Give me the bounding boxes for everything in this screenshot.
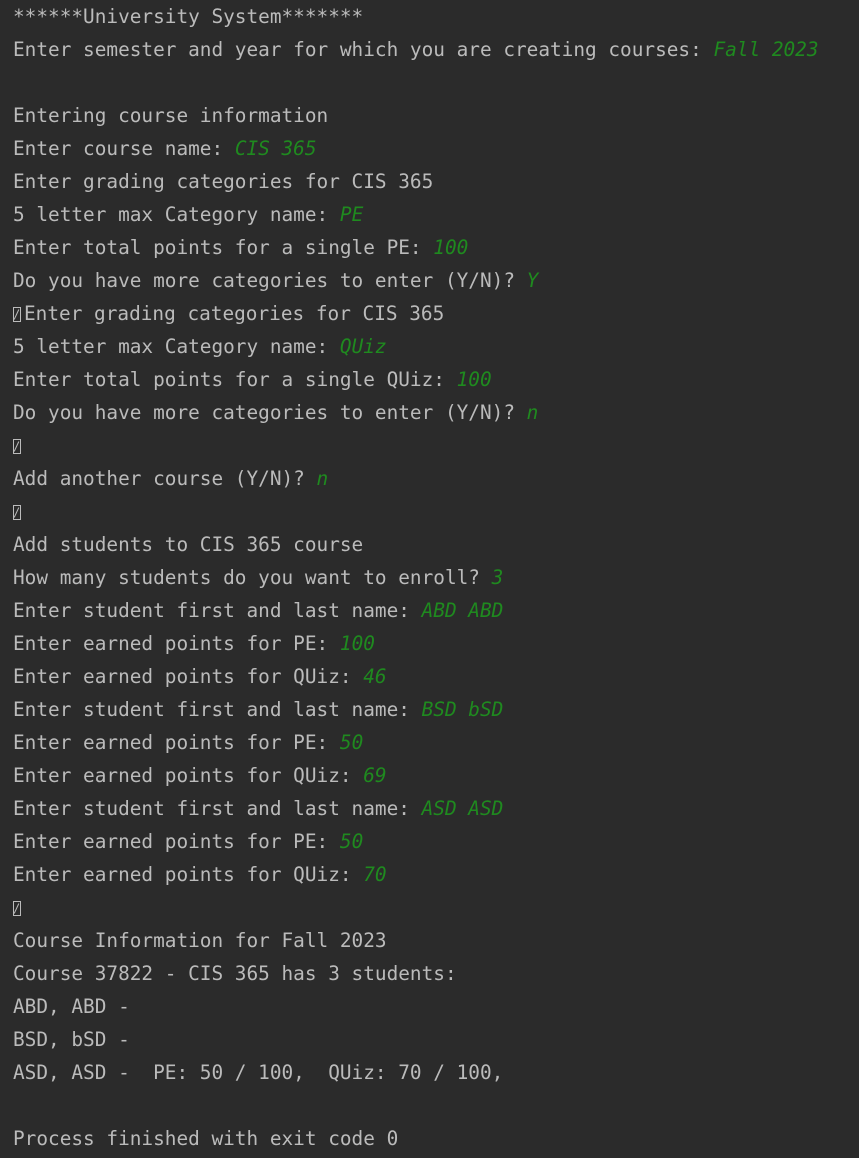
console-line: [13, 495, 859, 528]
console-prompt-text: Course 37822 - CIS 365 has 3 students:: [13, 962, 457, 985]
console-line: How many students do you want to enroll?…: [13, 561, 859, 594]
console-prompt-text: BSD, bSD -: [13, 1028, 142, 1051]
unprintable-char-icon: [13, 505, 21, 520]
console-line: Entering course information: [13, 99, 859, 132]
unprintable-char-icon: [13, 307, 21, 322]
console-line: [13, 891, 859, 924]
console-prompt-text: Process finished with exit code 0: [13, 1127, 399, 1150]
console-prompt-text: Enter student first and last name:: [13, 698, 422, 721]
console-user-input: 50: [339, 731, 364, 754]
console-user-input: 46: [363, 665, 387, 688]
console-prompt-text: Enter earned points for QUiz:: [13, 764, 364, 787]
console-line: [13, 429, 859, 462]
console-prompt-text: ******University System*******: [13, 5, 364, 28]
unprintable-char-icon: [13, 901, 21, 916]
console-user-input: 100: [339, 632, 375, 655]
console-prompt-text: Enter earned points for PE:: [13, 830, 340, 853]
console-prompt-text: ASD, ASD - PE: 50 / 100, QUiz: 70 / 100,: [13, 1061, 504, 1084]
console-prompt-text: Enter grading categories for CIS 365: [13, 170, 434, 193]
console-line: Course 37822 - CIS 365 has 3 students:: [13, 957, 859, 990]
console-line: Enter semester and year for which you ar…: [13, 33, 859, 66]
console-prompt-text: Add another course (Y/N)?: [13, 467, 317, 490]
console-prompt-text: Enter earned points for PE:: [13, 632, 340, 655]
console-line: Do you have more categories to enter (Y/…: [13, 264, 859, 297]
console-user-input: 70: [363, 863, 387, 886]
console-prompt-text: Enter earned points for QUiz:: [13, 863, 364, 886]
console-line: Enter student first and last name: BSD b…: [13, 693, 859, 726]
console-user-input: QUiz: [339, 335, 387, 358]
console-prompt-text: Enter earned points for PE:: [13, 731, 340, 754]
console-user-input: Y: [526, 269, 539, 292]
console-prompt-text: Do you have more categories to enter (Y/…: [13, 401, 527, 424]
console-line: BSD, bSD -: [13, 1023, 859, 1056]
console-prompt-text: Course Information for Fall 2023: [13, 929, 387, 952]
console-prompt-text: Enter total points for a single QUiz:: [13, 368, 457, 391]
console-user-input: 100: [433, 236, 469, 259]
console-line: Enter student first and last name: ASD A…: [13, 792, 859, 825]
console-line: Enter grading categories for CIS 365: [13, 297, 859, 330]
console-prompt-text: ABD, ABD -: [13, 995, 142, 1018]
console-user-input: CIS 365: [234, 137, 317, 160]
console-line: ASD, ASD - PE: 50 / 100, QUiz: 70 / 100,: [13, 1056, 859, 1089]
console-prompt-text: 5 letter max Category name:: [13, 203, 340, 226]
console-line: Process finished with exit code 0: [13, 1122, 859, 1155]
console-line: Enter earned points for PE: 50: [13, 825, 859, 858]
console-line: 5 letter max Category name: PE: [13, 198, 859, 231]
console-line: Enter student first and last name: ABD A…: [13, 594, 859, 627]
console-prompt-text: Enter total points for a single PE:: [13, 236, 434, 259]
console-line: ******University System*******: [13, 0, 859, 33]
console-user-input: 3: [491, 566, 504, 589]
console-line: Enter grading categories for CIS 365: [13, 165, 859, 198]
console-prompt-text: Enter course name:: [13, 137, 235, 160]
console-user-input: Fall 2023: [713, 38, 819, 61]
console-prompt-text: 5 letter max Category name:: [13, 335, 340, 358]
console-user-input: ASD ASD: [421, 797, 504, 820]
console-user-input: BSD bSD: [421, 698, 504, 721]
console-line: Enter total points for a single QUiz: 10…: [13, 363, 859, 396]
console-line: Enter earned points for QUiz: 46: [13, 660, 859, 693]
console-line: Enter earned points for PE: 100: [13, 627, 859, 660]
console-prompt-text: Do you have more categories to enter (Y/…: [13, 269, 527, 292]
console-prompt-text: Enter student first and last name:: [13, 599, 422, 622]
console-line: Enter total points for a single PE: 100: [13, 231, 859, 264]
console-line: Add students to CIS 365 course: [13, 528, 859, 561]
console-line: Enter earned points for QUiz: 69: [13, 759, 859, 792]
console-output[interactable]: ******University System******* Enter seme…: [0, 0, 859, 1155]
console-line: Enter earned points for QUiz: 70: [13, 858, 859, 891]
console-user-input: n: [316, 467, 329, 490]
console-user-input: 50: [339, 830, 364, 853]
console-prompt-text: How many students do you want to enroll?: [13, 566, 492, 589]
console-line: ABD, ABD -: [13, 990, 859, 1023]
console-user-input: 69: [363, 764, 387, 787]
console-prompt-text: Enter student first and last name:: [13, 797, 422, 820]
console-prompt-text: Add students to CIS 365 course: [13, 533, 364, 556]
console-user-input: n: [526, 401, 539, 424]
console-prompt-text: Enter grading categories for CIS 365: [24, 302, 445, 325]
console-line: Do you have more categories to enter (Y/…: [13, 396, 859, 429]
console-prompt-text: Enter earned points for QUiz:: [13, 665, 364, 688]
console-user-input: PE: [339, 203, 364, 226]
console-line: Enter earned points for PE: 50: [13, 726, 859, 759]
console-line: Course Information for Fall 2023: [13, 924, 859, 957]
console-line: 5 letter max Category name: QUiz: [13, 330, 859, 363]
console-line: Enter course name: CIS 365: [13, 132, 859, 165]
console-line: Add another course (Y/N)? n: [13, 462, 859, 495]
unprintable-char-icon: [13, 439, 21, 454]
console-user-input: ABD ABD: [421, 599, 504, 622]
console-prompt-text: Entering course information: [13, 104, 329, 127]
console-user-input: 100: [456, 368, 492, 391]
console-prompt-text: Enter semester and year for which you ar…: [13, 38, 714, 61]
